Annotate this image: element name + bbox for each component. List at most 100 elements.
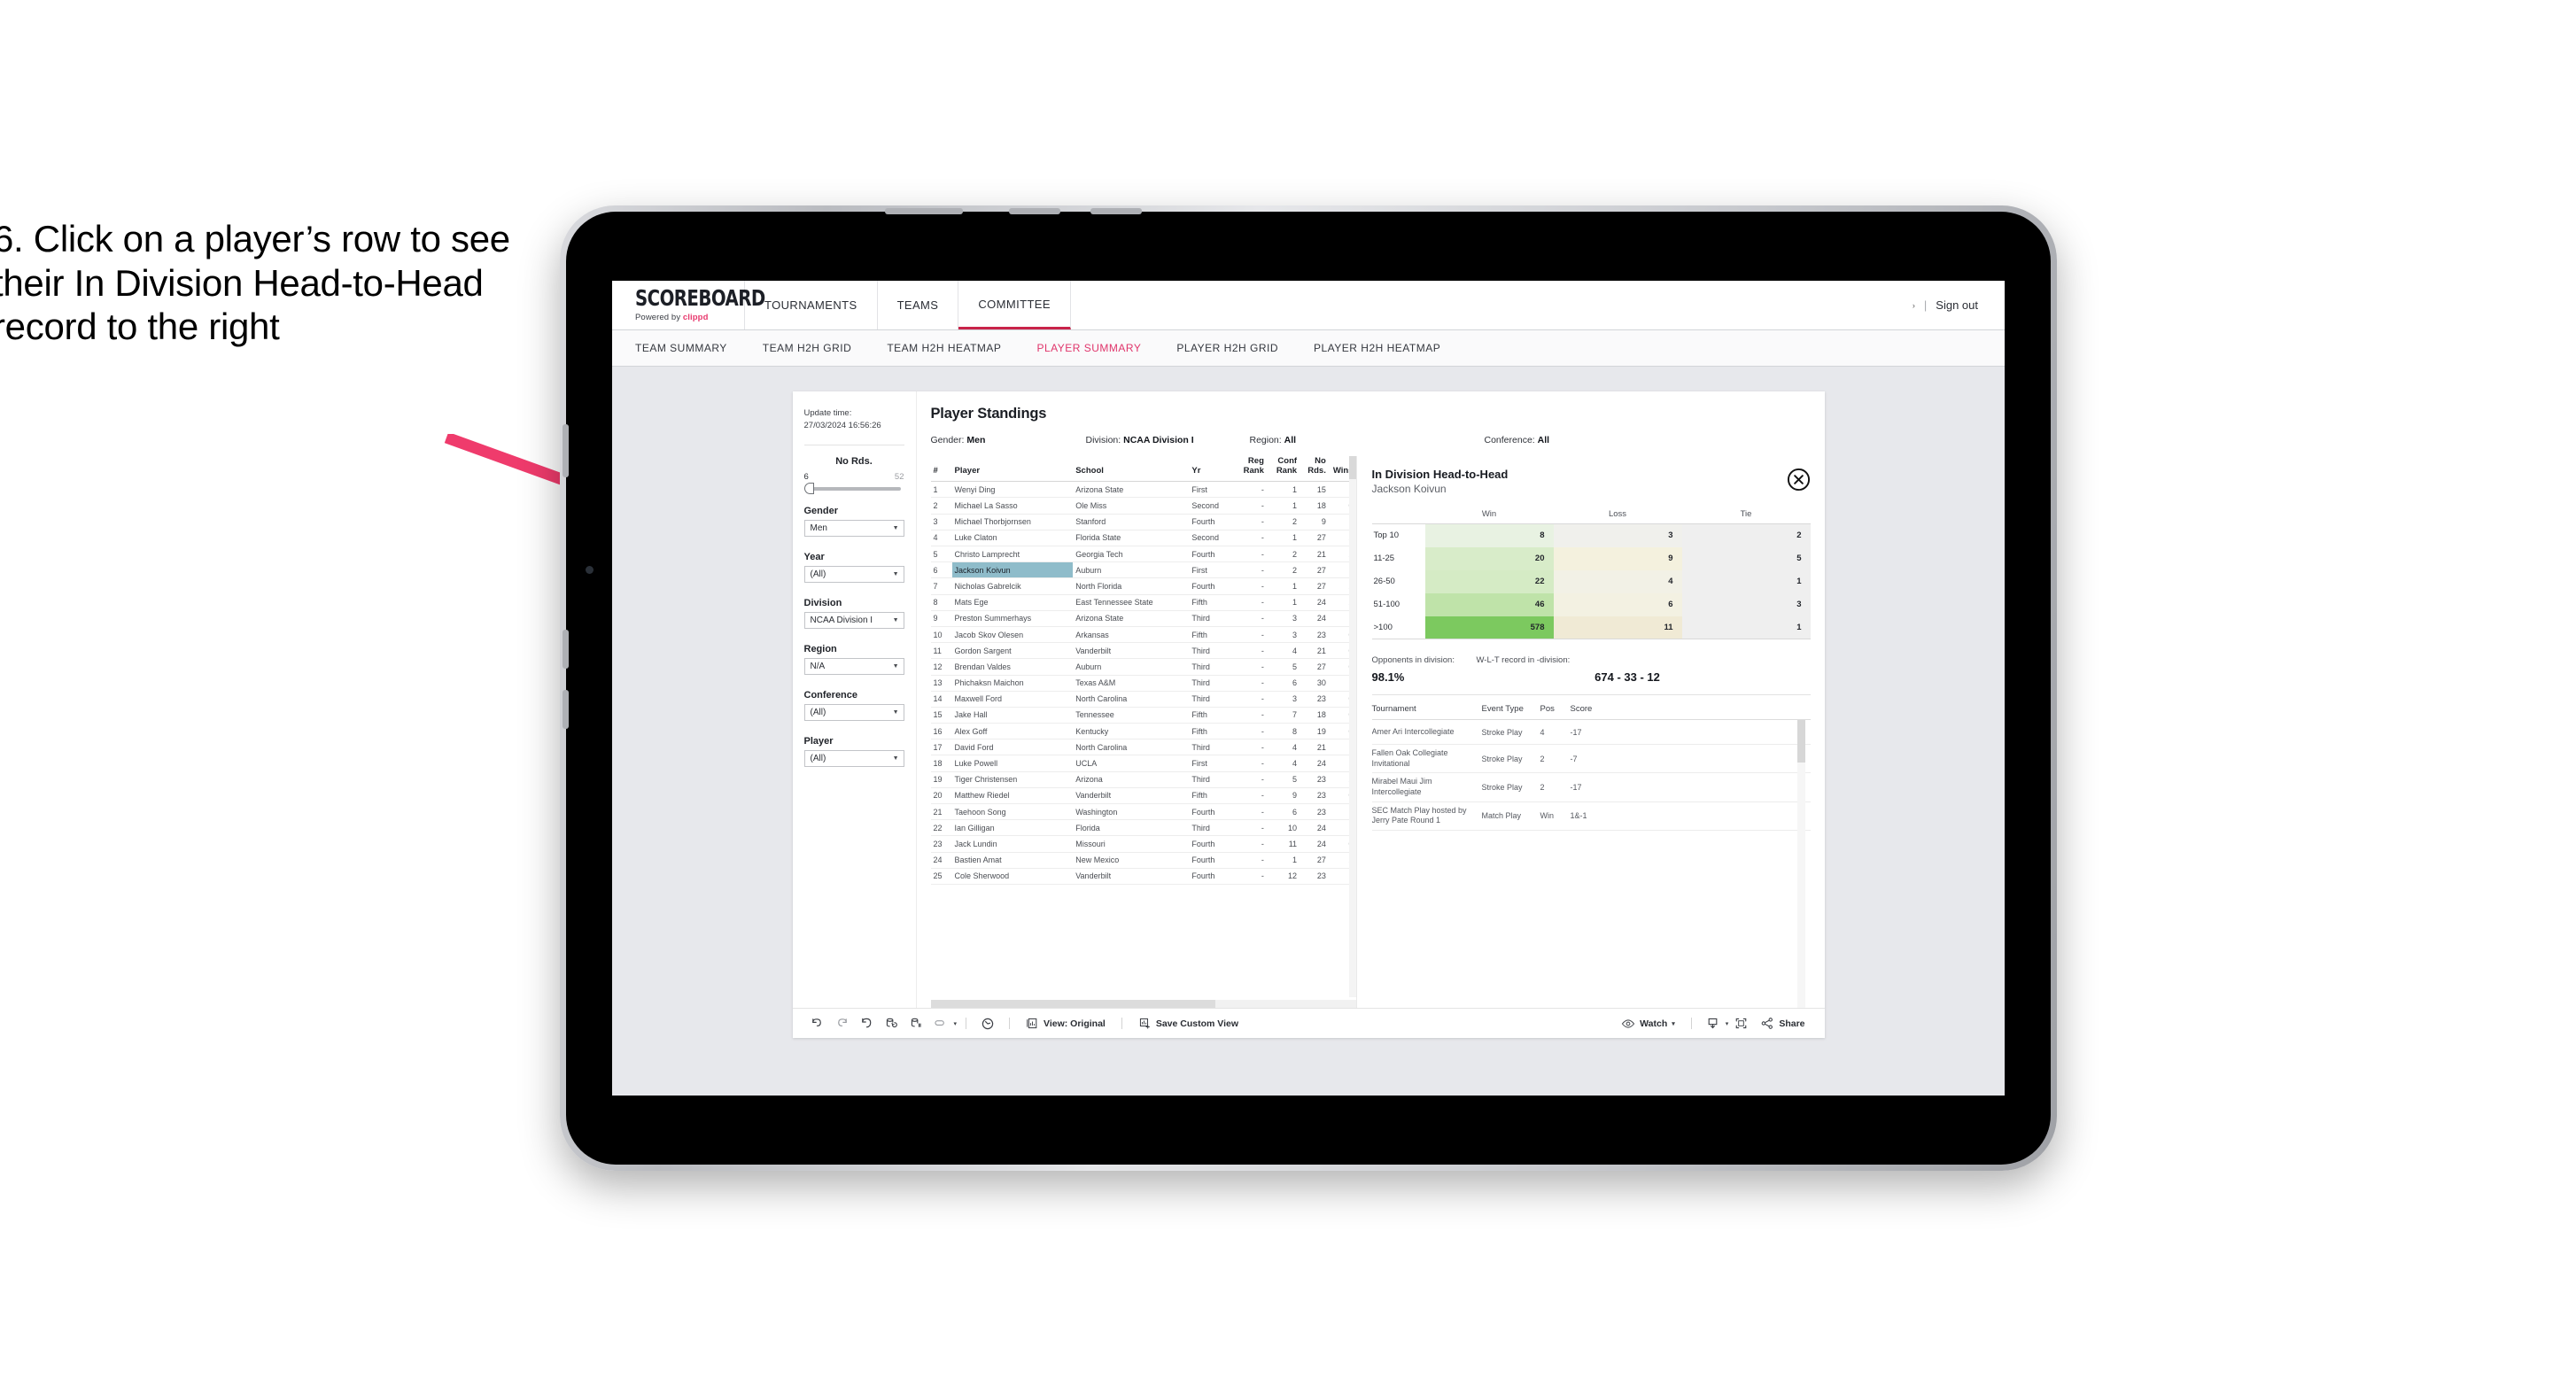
- subtab-player-h2h-heatmap[interactable]: PLAYER H2H HEATMAP: [1314, 342, 1440, 354]
- table-row[interactable]: 17David FordNorth CarolinaThird-4211: [930, 739, 1356, 756]
- custom-views-icon[interactable]: [929, 1012, 954, 1035]
- table-horizontal-scroll-thumb[interactable]: [930, 1000, 1216, 1008]
- filter-gender-select[interactable]: Men ▼: [803, 519, 904, 537]
- revert-icon[interactable]: [855, 1012, 880, 1035]
- custom-views-caret-icon[interactable]: ▾: [954, 1020, 958, 1027]
- table-row[interactable]: 21Taehoon SongWashingtonFourth-6231: [930, 803, 1356, 821]
- table-row[interactable]: 8Mats EgeEast Tennessee StateFifth-1242: [930, 594, 1356, 611]
- tournament-row[interactable]: SEC Match Play hosted by Jerry Pate Roun…: [1371, 802, 1811, 832]
- table-row[interactable]: 11Gordon SargentVanderbiltThird-4210: [930, 642, 1356, 660]
- table-row[interactable]: 7 Nicholas Gabrelcik North Florida Fourth -1…: [930, 577, 1356, 595]
- col-rank[interactable]: #: [930, 456, 952, 483]
- h2h-cell-tie: 1: [1681, 569, 1811, 593]
- pause-auto-update-icon[interactable]: [975, 1012, 1000, 1035]
- col-conf-rank[interactable]: Conf Rank: [1266, 456, 1300, 483]
- nav-tab-committee[interactable]: COMMITTEE: [958, 281, 1071, 329]
- watch-button[interactable]: Watch ▾: [1614, 1018, 1682, 1030]
- cell-school: East Tennessee State: [1073, 594, 1190, 611]
- chevron-right-icon[interactable]: ›: [1913, 301, 1915, 310]
- h2h-cell-loss: 3: [1553, 523, 1682, 547]
- table-vertical-scrollbar[interactable]: [1348, 456, 1356, 997]
- redo-icon[interactable]: [830, 1012, 855, 1035]
- save-custom-view-button[interactable]: Save Custom View: [1131, 1017, 1245, 1030]
- subtab-player-summary[interactable]: PLAYER SUMMARY: [1036, 342, 1141, 354]
- cell-rds: 27: [1300, 852, 1329, 869]
- stat-wlt-record: W-L-T record in -division: 674 - 33 - 12: [1477, 655, 1811, 684]
- toolbar-divider-2: [1009, 1018, 1011, 1029]
- undo-icon[interactable]: [805, 1012, 830, 1035]
- col-no-rds[interactable]: No Rds.: [1300, 456, 1329, 483]
- subtab-team-summary[interactable]: TEAM SUMMARY: [635, 342, 727, 354]
- table-row[interactable]: 14Maxwell FordNorth CarolinaThird-3230: [930, 691, 1356, 708]
- table-row[interactable]: 24Bastien AmatNew MexicoFourth-1272: [930, 852, 1356, 869]
- table-row[interactable]: 4Luke ClatonFlorida StateSecond-1272: [930, 530, 1356, 547]
- tournament-row[interactable]: Fallen Oak Collegiate Invitational Stroke…: [1371, 745, 1811, 774]
- filter-conference-select[interactable]: (All) ▼: [803, 703, 904, 721]
- cell-conf: 1: [1266, 852, 1300, 869]
- table-body: 1Wenyi DingArizona StateFirst-11512Micha…: [930, 481, 1356, 885]
- cell-yr: Fourth: [1189, 577, 1234, 595]
- account-area: › | Sign out: [1913, 281, 2005, 329]
- refresh-data-icon[interactable]: [880, 1012, 904, 1035]
- table-row[interactable]: 22Ian GilliganFloridaThird-10241: [930, 819, 1356, 837]
- cell-player: Jacob Skov Olesen: [951, 626, 1074, 644]
- table-row[interactable]: 9 Preston Summerhays Arizona State Third -3 2…: [930, 610, 1356, 627]
- table-row[interactable]: 20Matthew RiedelVanderbiltFifth-9230: [930, 787, 1356, 805]
- filter-region-select[interactable]: N/A ▼: [803, 657, 904, 675]
- table-row[interactable]: 3Michael ThorbjornsenStanfordFourth-291: [930, 514, 1356, 530]
- table-row[interactable]: 23Jack LundinMissouriFourth-11240: [930, 835, 1356, 853]
- table-row[interactable]: 1Wenyi DingArizona StateFirst-1151: [930, 481, 1356, 499]
- table-row[interactable]: 12Brendan ValdesAuburnThird-5270: [930, 658, 1356, 676]
- table-row[interactable]: 15Jake HallTennesseeFifth-7180: [930, 707, 1356, 724]
- cell-yr: First: [1189, 755, 1234, 772]
- col-school[interactable]: School: [1073, 456, 1190, 483]
- col-year[interactable]: Yr: [1189, 456, 1234, 483]
- share-button[interactable]: Share: [1753, 1017, 1812, 1030]
- stat-wlt-value: 674 - 33 - 12: [1594, 670, 1660, 684]
- table-row[interactable]: 16Alex GoffKentuckyFifth-8190: [930, 723, 1356, 740]
- app-logo[interactable]: SCOREBOARD Powered by clippd: [612, 281, 765, 329]
- pause-updates-icon[interactable]: [904, 1012, 929, 1035]
- close-circle-icon[interactable]: [1787, 468, 1811, 492]
- no-rounds-slider-track[interactable]: [803, 483, 901, 495]
- table-row[interactable]: 25Cole SherwoodVanderbiltFourth-12231: [930, 868, 1356, 885]
- summary-region-label: Region:: [1249, 435, 1282, 445]
- cell-player: Jackson Koivun: [951, 561, 1074, 579]
- table-horizontal-scrollbar[interactable]: [930, 1000, 1356, 1008]
- subtab-team-h2h-heatmap[interactable]: TEAM H2H HEATMAP: [887, 342, 1001, 354]
- table-row[interactable]: 5 Christo Lamprecht Georgia Tech Fourth -2 21…: [930, 546, 1356, 563]
- table-row[interactable]: 19Tiger ChristensenArizonaThird-5232: [930, 771, 1356, 788]
- tournament-row[interactable]: Mirabel Maui Jim Intercollegiate Stroke P…: [1371, 773, 1811, 802]
- table-row[interactable]: 6Jackson KoivunAuburnFirst-2271: [930, 561, 1356, 579]
- h2h-cell-tie: 2: [1681, 523, 1811, 547]
- tournament-scroll-thumb[interactable]: [1796, 720, 1805, 763]
- view-original-button[interactable]: View: Original: [1019, 1017, 1113, 1030]
- tournament-list[interactable]: Amer Ari Intercollegiate Stroke Play 4 -17 F…: [1371, 720, 1811, 1008]
- sign-out-button[interactable]: Sign out: [1936, 298, 1978, 312]
- subtab-team-h2h-grid[interactable]: TEAM H2H GRID: [763, 342, 852, 354]
- table-row[interactable]: 10Jacob Skov OlesenArkansasFifth-3230: [930, 626, 1356, 644]
- filter-year-select[interactable]: (All) ▼: [803, 565, 904, 583]
- subtab-player-h2h-grid[interactable]: PLAYER H2H GRID: [1176, 342, 1278, 354]
- watch-caret-icon[interactable]: ▾: [1672, 1020, 1675, 1027]
- nav-tab-teams[interactable]: TEAMS: [878, 281, 959, 329]
- cell-reg: -: [1233, 852, 1267, 869]
- table-row[interactable]: 2Michael La SassoOle MissSecond-1180: [930, 497, 1356, 515]
- no-rounds-slider-handle[interactable]: [803, 483, 814, 495]
- h2h-corner-cell: [1371, 509, 1425, 524]
- table-vertical-scroll-thumb[interactable]: [1348, 456, 1356, 479]
- filter-division-select[interactable]: NCAA Division I ▼: [803, 611, 904, 629]
- tournament-row[interactable]: Amer Ari Intercollegiate Stroke Play 4 -17: [1371, 720, 1811, 745]
- fullscreen-icon[interactable]: [1728, 1012, 1753, 1035]
- col-player[interactable]: Player: [951, 456, 1074, 483]
- table-row[interactable]: 18Luke PowellUCLAFirst-4241: [930, 755, 1356, 772]
- table-row[interactable]: 13Phichaksn MaichonTexas A&MThird-6301: [930, 675, 1356, 692]
- player-standings-scroll[interactable]: # Player School Yr Reg Rank Conf Rank No…: [930, 456, 1356, 997]
- cell-conf: 12: [1266, 868, 1300, 885]
- cell-player: Tiger Christensen: [951, 771, 1074, 788]
- bottom-toolbar: ▾ View: Original Save Custom View Watch …: [792, 1008, 1825, 1038]
- col-reg-rank[interactable]: Reg Rank: [1233, 456, 1267, 483]
- tournament-vertical-scrollbar[interactable]: [1796, 720, 1805, 1008]
- download-icon[interactable]: [1701, 1012, 1726, 1035]
- filter-player-select[interactable]: (All) ▼: [803, 749, 904, 767]
